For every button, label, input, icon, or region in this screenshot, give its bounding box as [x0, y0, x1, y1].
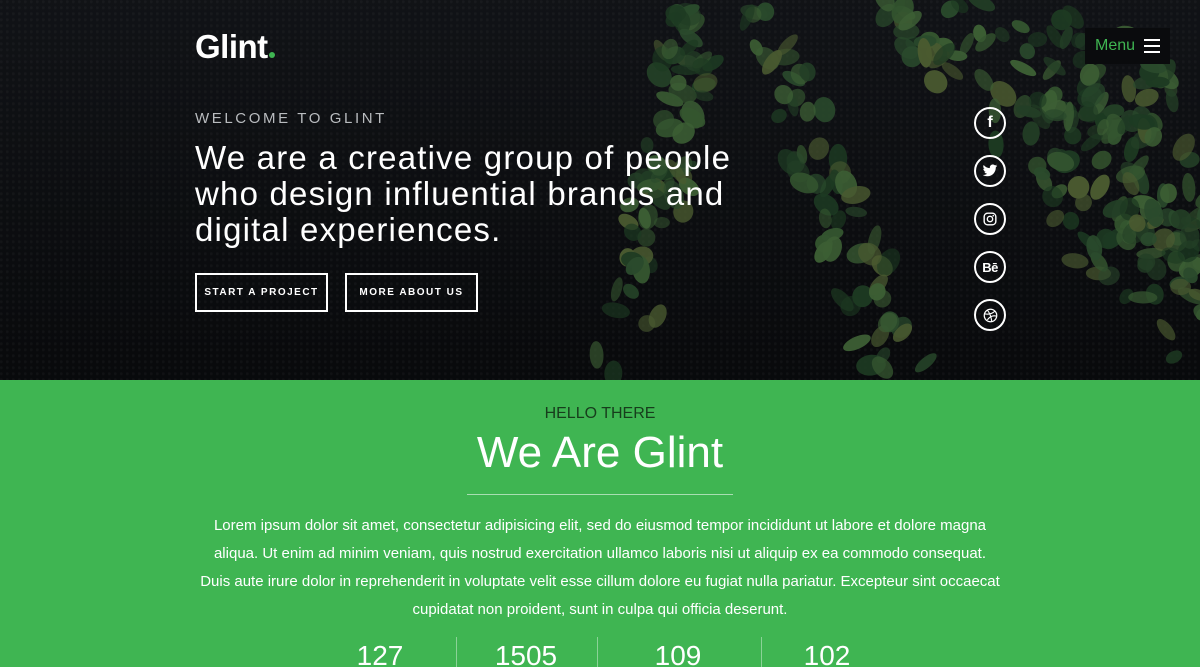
hero-headline: We are a creative group of people who de… — [195, 139, 732, 248]
stat-divider — [761, 637, 762, 667]
ivy-leaf — [771, 108, 787, 124]
stat-divider — [456, 637, 457, 667]
ivy-leaf — [843, 334, 871, 352]
ivy-leaf — [967, 0, 996, 12]
instagram-link[interactable] — [974, 203, 1006, 235]
social-links: f Bē — [974, 107, 1006, 347]
ivy-leaf — [808, 137, 830, 160]
logo[interactable]: Glint — [195, 30, 275, 63]
ivy-leaf — [1156, 319, 1176, 341]
ivy-leaf — [601, 302, 630, 319]
menu-label: Menu — [1094, 37, 1136, 54]
about-title: We Are Glint — [476, 428, 724, 477]
ivy-leaf — [589, 341, 604, 369]
ivy-leaf — [1134, 88, 1159, 107]
instagram-icon — [983, 212, 997, 226]
welcome-eyebrow: WELCOME TO GLINT — [195, 110, 387, 127]
behance-link[interactable]: Bē — [974, 251, 1006, 283]
ivy-leaf — [1091, 150, 1112, 170]
ivy-leaf — [1010, 59, 1037, 77]
logo-text: Glint — [195, 28, 268, 65]
about-eyebrow: HELLO THERE — [544, 405, 656, 422]
ivy-leaf — [1193, 304, 1200, 324]
ivy-leaf — [1121, 75, 1137, 103]
ivy-leaf — [1061, 253, 1089, 269]
ivy-leaf — [1197, 319, 1200, 355]
about-paragraph: Lorem ipsum dolor sit amet, consectetur … — [200, 517, 1000, 618]
stat-divider — [597, 637, 598, 667]
dribbble-link[interactable] — [974, 299, 1006, 331]
facebook-link[interactable]: f — [974, 107, 1006, 139]
ivy-leaf — [845, 206, 868, 218]
about-divider — [467, 494, 733, 495]
ivy-leaf — [1182, 172, 1196, 202]
ivy-leaf — [1011, 20, 1030, 34]
stat-value: 127 — [356, 640, 404, 667]
facebook-icon: f — [987, 114, 993, 131]
ivy-leaf — [914, 353, 937, 373]
twitter-icon — [982, 164, 998, 177]
dribbble-icon — [983, 308, 997, 322]
logo-dot — [268, 52, 275, 58]
ivy-leaf — [1062, 211, 1080, 230]
ivy-leaf — [604, 360, 623, 380]
more-about-us-button[interactable]: MORE ABOUT US — [345, 273, 478, 312]
page: Glint Menu WELCOME TO GLINT We are a cre… — [0, 0, 1200, 667]
menu-toggle-button[interactable]: Menu — [1085, 28, 1170, 64]
stat-value: 109 — [654, 640, 702, 667]
ivy-leaf — [610, 277, 623, 302]
hero-section: Glint Menu WELCOME TO GLINT We are a cre… — [0, 0, 1200, 380]
start-project-button[interactable]: START A PROJECT — [195, 273, 328, 312]
ivy-leaf — [623, 283, 639, 299]
stat-value: 102 — [803, 640, 851, 667]
ivy-leaf — [1165, 350, 1183, 364]
stats-row: 127 1505 109 102 — [300, 637, 900, 667]
stat-value: 1505 — [494, 640, 558, 667]
twitter-link[interactable] — [974, 155, 1006, 187]
hamburger-icon — [1144, 39, 1161, 54]
behance-icon: Bē — [982, 259, 998, 275]
